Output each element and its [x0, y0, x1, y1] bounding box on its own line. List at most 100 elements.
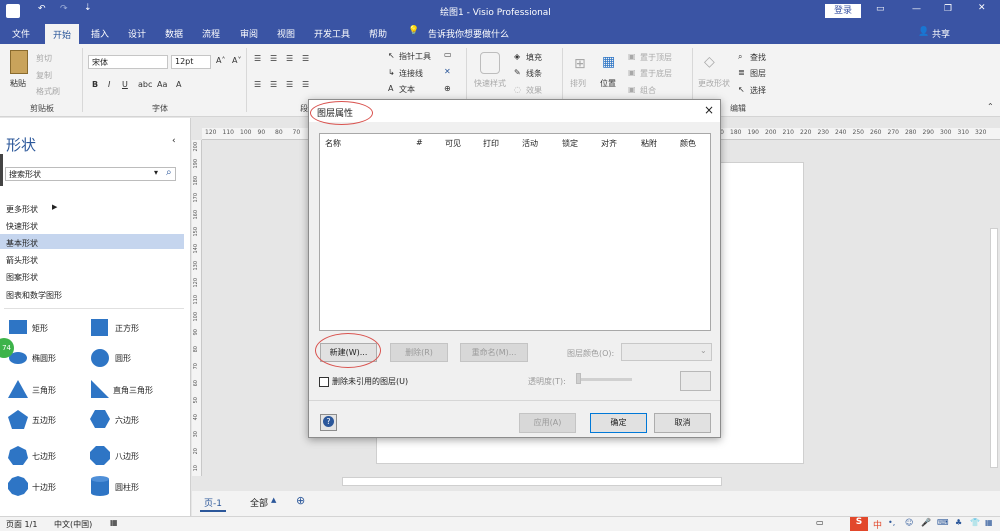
category-quick[interactable]: 快速形状 — [6, 221, 38, 232]
collapse-ribbon-icon[interactable]: ⌃ — [987, 102, 994, 111]
circle-icon[interactable] — [91, 349, 109, 367]
page-indicator[interactable]: 页面 1/1 — [6, 519, 37, 530]
tab-data[interactable]: 数据 — [165, 27, 183, 40]
text-tool-icon[interactable]: A — [388, 84, 393, 93]
ribbon-display-icon[interactable]: ▭ — [876, 4, 885, 14]
keyboard-icon[interactable]: ⌨ — [937, 518, 949, 527]
shrink-font-icon[interactable]: A˅ — [232, 56, 241, 65]
triangle-icon[interactable] — [8, 380, 28, 398]
ime-punct-icon[interactable]: •, — [888, 518, 895, 527]
language-indicator[interactable]: 中文(中国) — [54, 519, 92, 530]
scrollbar-thumb[interactable] — [990, 228, 998, 468]
right-triangle-icon[interactable] — [91, 380, 109, 398]
restore-icon[interactable]: ❐ — [944, 4, 952, 14]
minimize-icon[interactable]: — — [912, 4, 921, 14]
more-shapes-link[interactable]: 更多形状 — [6, 204, 38, 215]
close-x-icon[interactable]: ✕ — [444, 67, 451, 76]
side-handle[interactable] — [0, 154, 3, 186]
tab-process[interactable]: 流程 — [202, 27, 220, 40]
login-button[interactable]: 登录 — [825, 4, 861, 18]
search-icon[interactable]: ⌕ — [166, 167, 172, 178]
find-button[interactable]: 查找 — [750, 52, 766, 63]
share-button[interactable]: 共享 — [932, 27, 950, 40]
underline-icon[interactable]: U — [122, 80, 128, 89]
horizontal-scrollbar[interactable] — [342, 477, 722, 486]
col-snap[interactable]: 对齐 — [601, 138, 617, 149]
decagon-icon[interactable] — [8, 476, 28, 496]
col-print[interactable]: 打印 — [483, 138, 499, 149]
col-visible[interactable]: 可见 — [445, 138, 461, 149]
transparency-value-box[interactable] — [680, 371, 711, 391]
paste-button[interactable]: 粘贴 — [10, 78, 26, 89]
rectangle-tool-icon[interactable]: ▭ — [444, 50, 452, 59]
font-name-select[interactable]: 宋体 — [88, 55, 168, 69]
collapse-pane-icon[interactable]: ‹ — [172, 136, 176, 146]
send-back-icon[interactable]: ▣ — [628, 68, 636, 77]
font-size-select[interactable]: 12pt — [171, 55, 211, 69]
select-icon[interactable]: ↖ — [738, 85, 745, 94]
hexagon-icon[interactable] — [90, 410, 110, 428]
col-glue[interactable]: 粘附 — [641, 138, 657, 149]
effects-icon[interactable]: ◌ — [514, 85, 521, 94]
dialog-close-icon[interactable]: × — [704, 103, 714, 117]
skin-icon[interactable]: ♣ — [955, 518, 962, 527]
fill-button[interactable]: 填充 — [526, 52, 542, 63]
pointer-tool-button[interactable]: 指针工具 — [399, 51, 431, 62]
caret-up-icon[interactable]: ▲ — [271, 496, 276, 504]
tab-insert[interactable]: 插入 — [91, 27, 109, 40]
page-tab[interactable]: 页-1 — [204, 496, 222, 509]
layers-list[interactable] — [319, 133, 711, 331]
position-button[interactable]: 位置 — [600, 78, 616, 89]
fill-icon[interactable]: ◈ — [514, 52, 520, 61]
tab-design[interactable]: 设计 — [128, 27, 146, 40]
arrange-icon[interactable]: ⊞ — [574, 56, 586, 72]
search-dropdown-icon[interactable]: ▾ — [154, 168, 158, 177]
category-arrows[interactable]: 箭头形状 — [6, 255, 38, 266]
ime-chinese-icon[interactable]: 中 — [873, 518, 882, 531]
tab-view[interactable]: 视图 — [277, 27, 295, 40]
delete-layer-button[interactable]: 删除(R) — [390, 343, 448, 362]
col-color[interactable]: 颜色 — [680, 138, 696, 149]
col-name[interactable]: 名称 — [325, 138, 341, 149]
redo-icon[interactable]: ↷ — [60, 4, 68, 14]
copy-button[interactable]: 复制 — [36, 70, 52, 81]
group-button[interactable]: 组合 — [640, 85, 656, 96]
position-icon[interactable]: ▦ — [602, 54, 615, 70]
macro-icon[interactable]: ▦ — [110, 518, 118, 527]
grow-font-icon[interactable]: A˄ — [216, 56, 225, 65]
align-center-icon[interactable]: ☰ — [270, 80, 277, 89]
layer-color-select[interactable]: ⌄ — [621, 343, 712, 361]
format-painter-button[interactable]: 格式刷 — [36, 86, 60, 97]
cut-button[interactable]: 剪切 — [36, 53, 52, 64]
change-shape-button[interactable]: 更改形状 — [698, 78, 730, 89]
justify-icon[interactable]: ☰ — [302, 54, 309, 63]
shirt-icon[interactable]: 👕 — [970, 518, 980, 527]
align-left-icon[interactable]: ☰ — [254, 80, 261, 89]
all-pages-button[interactable]: 全部 — [250, 496, 268, 509]
text-button[interactable]: 文本 — [399, 84, 415, 95]
align-bottom-icon[interactable]: ☰ — [286, 54, 293, 63]
quick-styles-button[interactable]: 快速样式 — [474, 78, 506, 89]
slider-thumb[interactable] — [576, 373, 581, 384]
pentagon-icon[interactable] — [8, 410, 28, 429]
square-icon[interactable] — [91, 319, 108, 336]
sogou-ime-icon[interactable]: S — [850, 517, 868, 531]
change-shape-icon[interactable]: ◇ — [704, 54, 715, 70]
col-lock[interactable]: 锁定 — [562, 138, 578, 149]
arrange-button[interactable]: 排列 — [570, 78, 586, 89]
category-charts[interactable]: 图表和数学图形 — [6, 290, 62, 301]
rename-layer-button[interactable]: 重命名(M)... — [460, 343, 528, 362]
category-patterns[interactable]: 图案形状 — [6, 272, 38, 283]
bring-front-button[interactable]: 置于顶层 — [640, 52, 672, 63]
connection-point-icon[interactable]: ⊕ — [444, 84, 451, 93]
help-button[interactable]: ? — [320, 414, 337, 431]
quick-styles-icon[interactable] — [480, 52, 500, 74]
save-icon[interactable] — [6, 4, 20, 18]
pointer-icon[interactable]: ↖ — [388, 51, 395, 60]
transparency-slider[interactable] — [576, 378, 632, 381]
vertical-scrollbar[interactable] — [988, 140, 1000, 476]
apply-button[interactable]: 应用(A) — [519, 413, 576, 433]
bring-front-icon[interactable]: ▣ — [628, 52, 636, 61]
line-icon[interactable]: ✎ — [514, 68, 521, 77]
case-icon[interactable]: Aa — [157, 80, 167, 89]
